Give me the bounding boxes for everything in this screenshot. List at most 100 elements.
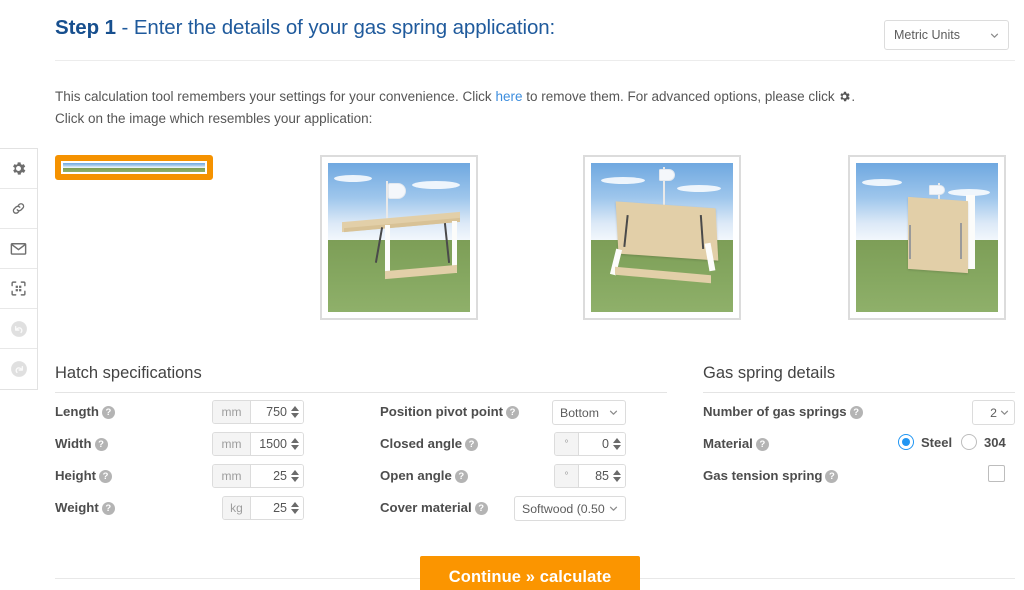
closed-angle-label-text: Closed angle	[380, 436, 463, 451]
thumbnail-scene	[856, 163, 998, 312]
intro-text-part-2: to remove them. For advanced options, pl…	[522, 89, 839, 104]
tool-rail	[0, 148, 38, 390]
thumbnail-scene	[63, 163, 205, 172]
cover-material-select[interactable]: Softwood (0.50	[514, 496, 626, 521]
application-option-angled-lid-frame[interactable]	[583, 155, 741, 320]
sidebar-item-link[interactable]	[0, 189, 37, 229]
pivot-label: Position pivot point?	[380, 404, 520, 419]
tension-spring-checkbox[interactable]	[988, 465, 1005, 482]
help-icon[interactable]: ?	[474, 502, 488, 515]
cloud	[862, 179, 902, 186]
help-icon[interactable]: ?	[755, 438, 769, 451]
length-input-group[interactable]: mm	[212, 400, 304, 424]
length-label-text: Length	[55, 404, 99, 419]
closed-angle-label: Closed angle?	[380, 436, 479, 451]
stepper-up[interactable]	[291, 438, 299, 443]
header-divider	[55, 60, 1015, 61]
stepper-down[interactable]	[291, 509, 299, 514]
weight-input-group[interactable]: kg	[222, 496, 304, 520]
stepper-up[interactable]	[613, 438, 621, 443]
radio-304-label: 304	[984, 434, 1006, 450]
chain-link-icon	[10, 200, 27, 217]
width-stepper[interactable]	[290, 433, 303, 455]
help-icon[interactable]: ?	[101, 406, 115, 419]
stepper-down[interactable]	[291, 477, 299, 482]
width-input[interactable]	[251, 433, 290, 455]
closed-angle-input[interactable]	[579, 433, 612, 455]
help-icon[interactable]: ?	[849, 406, 863, 419]
open-angle-input[interactable]	[579, 465, 612, 487]
remove-settings-link[interactable]: here	[495, 89, 522, 104]
closed-angle-stepper[interactable]	[612, 433, 625, 455]
open-angle-unit-addon: °	[555, 465, 579, 487]
sidebar-item-settings[interactable]	[0, 149, 37, 189]
height-unit-addon: mm	[213, 465, 251, 487]
application-option-horizontal-flap-table[interactable]	[320, 155, 478, 320]
open-angle-label-text: Open angle	[380, 468, 452, 483]
help-icon[interactable]: ?	[465, 438, 479, 451]
radio-steel-label: Steel	[921, 434, 953, 450]
sidebar-item-undo[interactable]	[0, 309, 37, 349]
cloud	[334, 175, 372, 182]
stepper-down[interactable]	[291, 413, 299, 418]
weight-input[interactable]	[251, 497, 290, 519]
stepper-down[interactable]	[291, 445, 299, 450]
height-input-group[interactable]: mm	[212, 464, 304, 488]
undo-arrow-icon	[9, 319, 29, 339]
continue-calculate-button[interactable]: Continue » calculate	[420, 556, 640, 590]
chevron-down-icon	[990, 31, 999, 40]
weight-unit-addon: kg	[223, 497, 251, 519]
sidebar-item-redo[interactable]	[0, 349, 37, 389]
help-icon[interactable]: ?	[825, 470, 839, 483]
gas-spring-calculator-page: Step 1 - Enter the details of your gas s…	[0, 0, 1024, 590]
pivot-select[interactable]: Bottom	[552, 400, 626, 425]
length-label: Length?	[55, 404, 115, 419]
material-radio-304[interactable]: 304	[961, 434, 1006, 450]
help-icon[interactable]: ?	[99, 470, 113, 483]
height-input[interactable]	[251, 465, 290, 487]
weight-stepper[interactable]	[290, 497, 303, 519]
height-label-text: Height	[55, 468, 97, 483]
open-angle-input-group[interactable]: °	[554, 464, 626, 488]
cloud	[412, 181, 460, 189]
stepper-down[interactable]	[613, 445, 621, 450]
length-input[interactable]	[251, 401, 290, 423]
open-angle-stepper[interactable]	[612, 465, 625, 487]
cover-material-select-value: Softwood (0.50	[522, 501, 605, 516]
help-icon[interactable]: ?	[94, 438, 108, 451]
stepper-up[interactable]	[613, 470, 621, 475]
units-select[interactable]: Metric Units	[884, 20, 1009, 50]
length-stepper[interactable]	[290, 401, 303, 423]
material-radio-steel[interactable]: Steel	[898, 434, 952, 450]
height-stepper[interactable]	[290, 465, 303, 487]
radio-steel-input[interactable]	[898, 434, 914, 450]
sidebar-item-scan[interactable]	[0, 269, 37, 309]
stepper-down[interactable]	[613, 477, 621, 482]
step-label: Step 1	[55, 16, 116, 39]
help-icon[interactable]: ?	[506, 406, 520, 419]
thumbnail-scene	[591, 163, 733, 312]
grass	[63, 167, 205, 172]
help-icon[interactable]: ?	[454, 470, 468, 483]
sidebar-item-email[interactable]	[0, 229, 37, 269]
closed-angle-input-group[interactable]: °	[554, 432, 626, 456]
stepper-up[interactable]	[291, 406, 299, 411]
application-option-vertical-door-panel[interactable]	[848, 155, 1006, 320]
stepper-up[interactable]	[291, 502, 299, 507]
application-option-hatch-lid-upward-box[interactable]	[55, 155, 213, 180]
chevron-down-icon	[609, 504, 618, 513]
door-panel	[908, 196, 968, 274]
intro-text-part-3: .	[851, 89, 856, 104]
gear-icon[interactable]	[838, 88, 851, 102]
material-label-text: Material	[703, 436, 753, 451]
width-input-group[interactable]: mm	[212, 432, 304, 456]
gas-spring-count-select[interactable]: 2	[972, 400, 1015, 425]
help-icon[interactable]: ?	[101, 502, 115, 515]
stepper-up[interactable]	[291, 470, 299, 475]
tension-spring-label-text: Gas tension spring	[703, 468, 823, 483]
flag	[929, 185, 945, 195]
cloud	[677, 185, 721, 192]
radio-304-input[interactable]	[961, 434, 977, 450]
closed-angle-unit-addon: °	[555, 433, 579, 455]
envelope-icon	[9, 239, 28, 258]
